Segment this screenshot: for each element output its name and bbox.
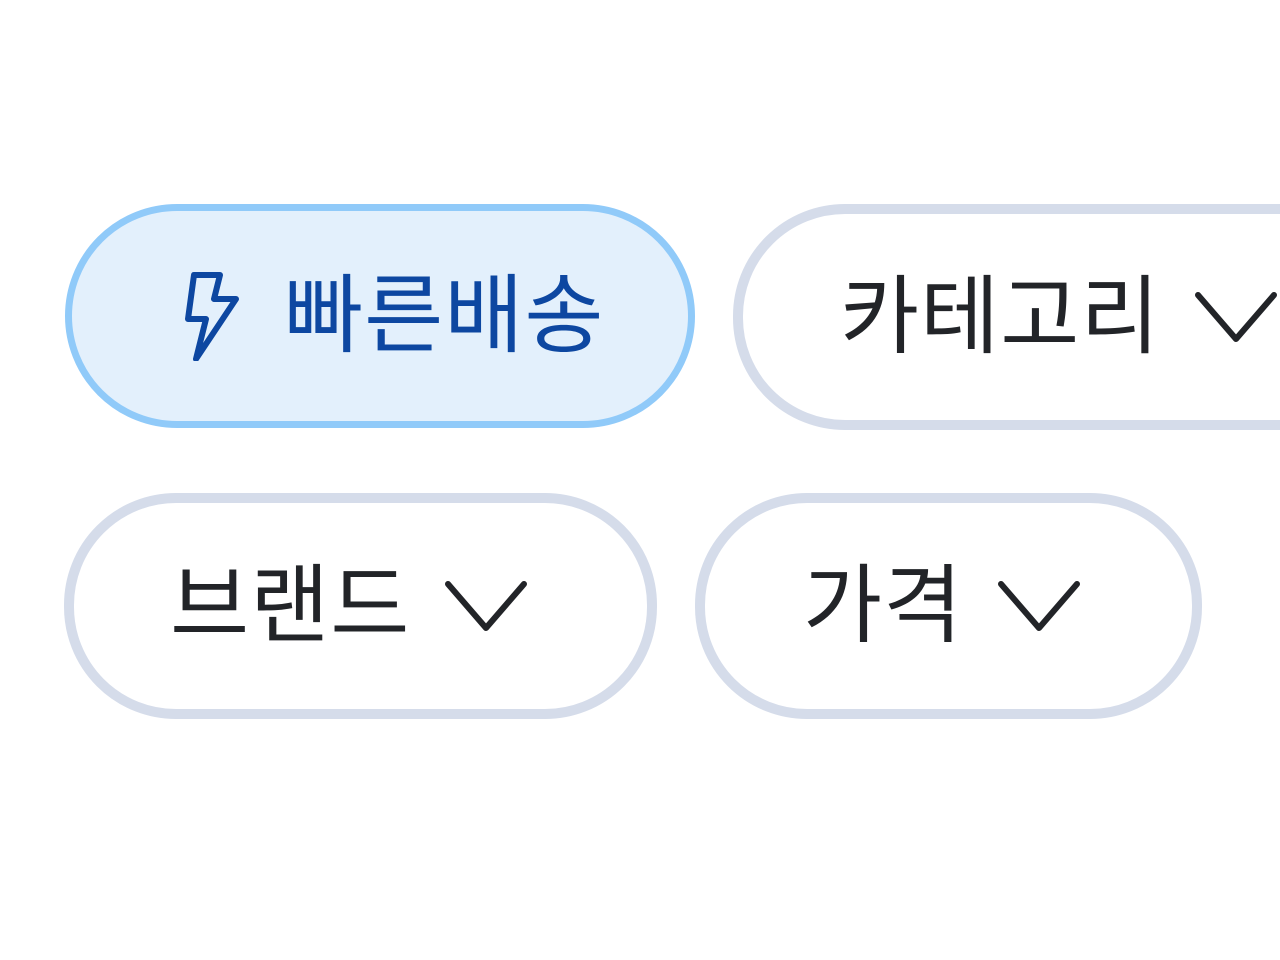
chevron-down-icon [1194, 289, 1278, 345]
price-filter-chip[interactable]: 가격 [695, 493, 1202, 719]
brand-label: 브랜드 [170, 556, 411, 656]
fast-delivery-label: 빠른배송 [284, 266, 605, 366]
lightning-bolt-icon [182, 271, 242, 361]
chevron-down-icon [444, 578, 528, 634]
chevron-down-icon [997, 578, 1081, 634]
brand-filter-chip[interactable]: 브랜드 [64, 493, 657, 719]
category-label: 카테고리 [840, 267, 1161, 367]
fast-delivery-filter-chip[interactable]: 빠른배송 [65, 204, 695, 428]
price-label: 가격 [803, 556, 964, 656]
filter-chip-bar: 빠른배송 카테고리 브랜드 가격 [0, 0, 1280, 960]
category-filter-chip[interactable]: 카테고리 [733, 204, 1280, 430]
